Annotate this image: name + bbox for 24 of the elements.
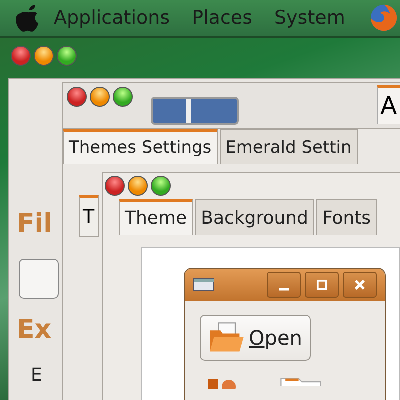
- window-icon: [193, 278, 215, 292]
- tab[interactable]: Themes Settings: [63, 129, 218, 164]
- tab[interactable]: Theme: [119, 199, 194, 235]
- minimize-button[interactable]: [267, 272, 301, 298]
- tab[interactable]: Emerald Settin: [220, 129, 358, 164]
- open-button[interactable]: Open: [200, 315, 312, 361]
- maximize-icon: [315, 278, 329, 292]
- maximize-button[interactable]: [305, 272, 339, 298]
- close-button[interactable]: [343, 272, 377, 298]
- label: E: [31, 367, 44, 385]
- minimize-icon: [279, 288, 289, 290]
- window-controls-icon[interactable]: [67, 87, 133, 107]
- input-field[interactable]: [19, 259, 59, 299]
- section-heading: Ex: [17, 317, 53, 343]
- close-icon: [353, 278, 367, 292]
- section-heading: Fil: [17, 211, 53, 237]
- window-controls-icon[interactable]: [105, 176, 171, 196]
- tab[interactable]: T: [79, 195, 99, 237]
- folder-icon: [209, 322, 245, 354]
- tab[interactable]: A: [376, 85, 400, 124]
- tab[interactable]: Fonts: [316, 199, 378, 235]
- window-controls-icon[interactable]: [11, 46, 77, 66]
- tab[interactable]: Background: [195, 199, 314, 235]
- toolbar-button[interactable]: [151, 97, 239, 125]
